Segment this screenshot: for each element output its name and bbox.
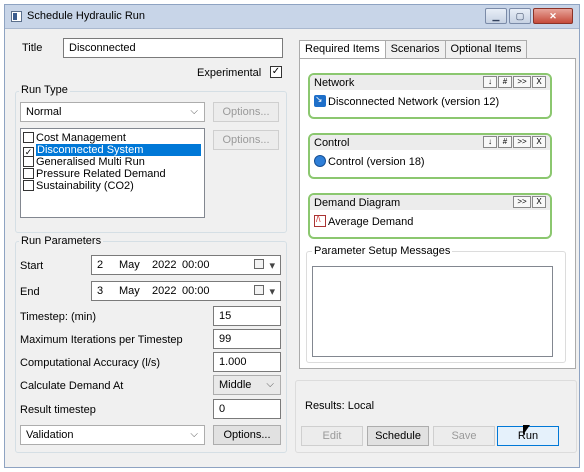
demand-diagram-item[interactable]: Average Demand: [314, 215, 413, 228]
messages-box: [312, 266, 553, 357]
demand-diagram-card-label: Demand Diagram: [314, 197, 401, 209]
list-item[interactable]: Generalised Multi Run: [23, 156, 145, 168]
window-title: Schedule Hydraulic Run: [27, 10, 146, 22]
network-expand-button[interactable]: >>: [513, 76, 531, 88]
list-item[interactable]: Cost Management: [23, 132, 126, 144]
demand-expand-button[interactable]: >>: [513, 196, 531, 208]
maximize-icon[interactable]: ▢: [509, 8, 531, 24]
result-timestep-label: Result timestep: [20, 404, 96, 416]
control-card-label: Control: [314, 137, 350, 149]
start-label: Start: [20, 260, 44, 272]
end-label: End: [20, 286, 40, 298]
checkbox[interactable]: [23, 168, 34, 179]
checkbox[interactable]: [23, 180, 34, 191]
result-timestep-input[interactable]: 0: [213, 399, 281, 419]
schedule-button[interactable]: Schedule: [367, 426, 429, 446]
title-label: Title: [22, 42, 43, 54]
control-remove-button[interactable]: X: [532, 136, 546, 148]
required-items-panel: Network ↓ # >> X Disconnected Network (v…: [299, 58, 576, 369]
chevron-down-icon: ⌵: [190, 429, 198, 440]
start-date-picker[interactable]: 2 May 2022 00:00 ▾: [91, 255, 281, 275]
validation-dropdown[interactable]: Validation ⌵: [20, 425, 205, 445]
title-bar: Schedule Hydraulic Run ▁ ▢ ✕: [5, 5, 579, 29]
calendar-icon[interactable]: [254, 259, 264, 269]
end-date-picker[interactable]: 3 May 2022 00:00 ▾: [91, 281, 281, 301]
demand-diagram-icon: [314, 215, 326, 227]
run-type-listbox: Cost Management ✓ Disconnected System Gen…: [20, 128, 205, 218]
max-iterations-label: Maximum Iterations per Timestep: [20, 334, 183, 346]
network-remove-button[interactable]: X: [532, 76, 546, 88]
control-card: Control ↓ # >> X Control (version 18): [308, 133, 552, 179]
chevron-down-icon: ⌵: [190, 106, 198, 117]
edit-button[interactable]: Edit: [301, 426, 363, 446]
network-icon: [314, 94, 326, 107]
chevron-down-icon[interactable]: ▾: [269, 259, 275, 272]
mouse-cursor-icon: [523, 425, 530, 435]
checkbox[interactable]: [23, 132, 34, 143]
network-hash-button[interactable]: #: [498, 76, 512, 88]
control-item[interactable]: Control (version 18): [314, 155, 425, 168]
max-iterations-input[interactable]: 99: [213, 329, 281, 349]
item-options-button[interactable]: Options...: [213, 130, 279, 150]
accuracy-input[interactable]: 1.000: [213, 352, 281, 372]
run-type-value: Normal: [26, 106, 62, 118]
control-expand-button[interactable]: >>: [513, 136, 531, 148]
network-down-button[interactable]: ↓: [483, 76, 497, 88]
control-hash-button[interactable]: #: [498, 136, 512, 148]
chevron-down-icon[interactable]: ▾: [269, 285, 275, 298]
network-item[interactable]: Disconnected Network (version 12): [314, 94, 499, 108]
window-controls: ▁ ▢ ✕: [485, 8, 573, 24]
list-item[interactable]: Pressure Related Demand: [23, 168, 166, 180]
experimental-checkbox[interactable]: ✓: [270, 66, 282, 78]
list-item[interactable]: ✓ Disconnected System: [23, 144, 201, 158]
save-button[interactable]: Save: [433, 426, 495, 446]
demand-diagram-card: Demand Diagram >> X Average Demand: [308, 193, 552, 239]
accuracy-label: Computational Accuracy (l/s): [20, 357, 160, 369]
control-icon: [314, 155, 326, 167]
timestep-label: Timestep: (min): [20, 311, 96, 323]
tab-optional-items[interactable]: Optional Items: [444, 40, 528, 58]
calendar-icon[interactable]: [254, 285, 264, 295]
calculate-demand-dropdown[interactable]: Middle ⌵: [213, 375, 281, 395]
control-down-button[interactable]: ↓: [483, 136, 497, 148]
experimental-label: Experimental: [197, 67, 262, 79]
calculate-demand-label: Calculate Demand At: [20, 380, 124, 392]
minimize-icon[interactable]: ▁: [485, 8, 507, 24]
tab-scenarios[interactable]: Scenarios: [384, 40, 446, 58]
tab-required-items[interactable]: Required Items: [299, 40, 386, 59]
network-card-label: Network: [314, 77, 355, 89]
run-type-group-title: Run Type: [19, 84, 70, 96]
dialog-window: Schedule Hydraulic Run ▁ ▢ ✕ Title Disco…: [4, 4, 580, 468]
run-type-options-button[interactable]: Options...: [213, 102, 279, 122]
demand-remove-button[interactable]: X: [532, 196, 546, 208]
validation-options-button[interactable]: Options...: [213, 425, 281, 445]
run-parameters-group-title: Run Parameters: [19, 235, 104, 247]
timestep-input[interactable]: 15: [213, 306, 281, 326]
network-card: Network ↓ # >> X Disconnected Network (v…: [308, 73, 552, 119]
run-type-dropdown[interactable]: Normal ⌵: [20, 102, 205, 122]
close-icon[interactable]: ✕: [533, 8, 573, 24]
tab-bar: Required Items Scenarios Optional Items: [299, 40, 528, 59]
list-item[interactable]: Sustainability (CO2): [23, 180, 134, 192]
app-icon: [11, 11, 22, 22]
messages-label: Parameter Setup Messages: [312, 245, 453, 257]
chevron-down-icon: ⌵: [266, 379, 274, 390]
checkbox[interactable]: [23, 156, 34, 167]
results-label: Results: Local: [305, 400, 375, 412]
title-input[interactable]: Disconnected: [63, 38, 283, 58]
